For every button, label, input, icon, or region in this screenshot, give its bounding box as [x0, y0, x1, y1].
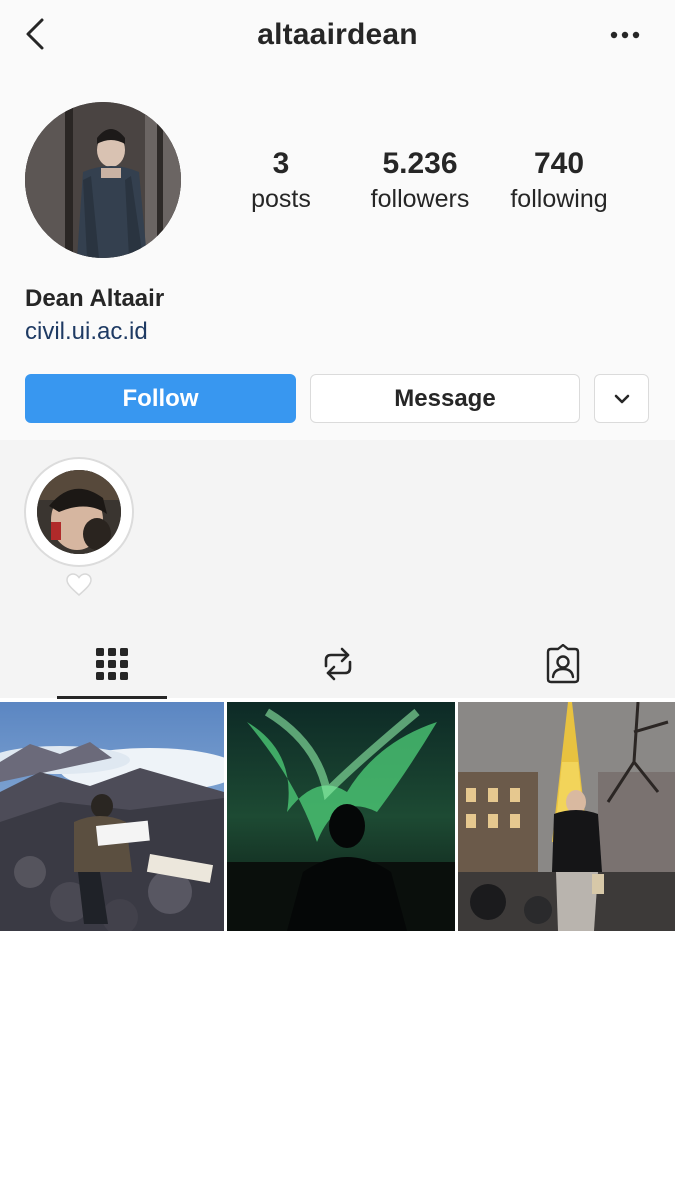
message-button[interactable]: Message: [310, 374, 580, 423]
posts-label: posts: [251, 185, 311, 213]
avatar-photo: [25, 102, 181, 258]
post-thumbnail[interactable]: [0, 702, 224, 931]
more-options-button[interactable]: [604, 18, 652, 52]
tagged-icon: [546, 644, 580, 684]
repost-icon: [324, 647, 352, 681]
stat-followers[interactable]: 5.236 followers: [350, 146, 490, 216]
profile-page: altaairdean 3 posts 5.236 followers 740 …: [0, 0, 675, 1200]
story-highlight-cover: [37, 470, 121, 554]
post-thumbnail[interactable]: [458, 702, 675, 931]
following-label: following: [510, 185, 608, 213]
follow-button[interactable]: Follow: [25, 374, 296, 423]
story-highlight[interactable]: [24, 457, 134, 567]
stat-posts[interactable]: 3 posts: [211, 146, 351, 216]
posts-count: 3: [272, 147, 290, 180]
suggested-dropdown-button[interactable]: [594, 374, 649, 423]
stat-following[interactable]: 740 following: [489, 146, 629, 216]
tab-grid[interactable]: [57, 640, 167, 688]
profile-website-link[interactable]: civil.ui.ac.id: [25, 318, 148, 346]
tab-tagged[interactable]: [508, 640, 618, 688]
post-thumbnail[interactable]: [227, 702, 455, 931]
grid-icon: [96, 648, 128, 680]
profile-display-name: Dean Altaair: [25, 285, 165, 312]
heart-icon: [66, 573, 92, 596]
chevron-down-icon: [614, 394, 629, 403]
profile-avatar[interactable]: [25, 102, 181, 258]
followers-label: followers: [370, 185, 470, 213]
following-count: 740: [533, 147, 585, 180]
profile-username-title: altaairdean: [257, 18, 418, 51]
active-tab-indicator: [57, 696, 167, 699]
tab-reposts[interactable]: [283, 640, 393, 688]
more-horizontal-icon: [610, 31, 640, 39]
followers-count: 5.236: [382, 147, 458, 180]
